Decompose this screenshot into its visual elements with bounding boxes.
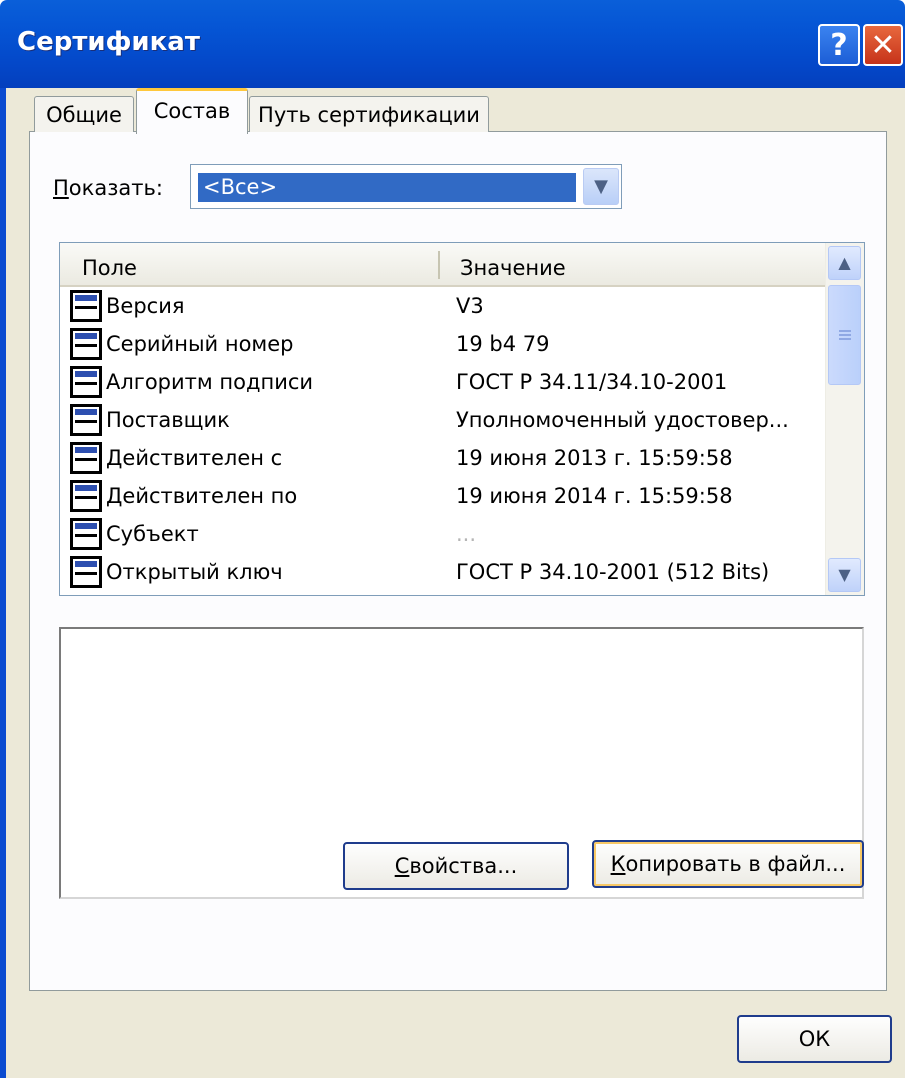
copy-accel: К — [610, 852, 626, 876]
row-field: Действителен по — [106, 484, 298, 508]
list-row[interactable]: Версия V3 — [60, 287, 826, 325]
list-row[interactable]: Открытый ключ ГОСТ Р 34.10-2001 (512 Bit… — [60, 553, 826, 591]
row-value: 19 июня 2014 г. 15:59:58 — [456, 484, 733, 508]
row-field: Субъект — [106, 522, 199, 546]
properties-label: войства... — [409, 854, 518, 878]
copy-to-file-button[interactable]: Копировать в файл... — [592, 840, 864, 888]
list-header: Поле Значение — [60, 243, 826, 287]
window-title: Сертификат — [17, 27, 200, 57]
list-row[interactable]: Поставщик Уполномоченный удостовер... — [60, 401, 826, 439]
certificate-field-icon — [70, 366, 102, 398]
show-label: Показать: — [53, 176, 163, 200]
tab-details[interactable]: Состав — [136, 88, 248, 134]
row-field: Серийный номер — [106, 332, 294, 356]
copy-label: опировать в файл... — [625, 852, 846, 876]
row-value: ГОСТ Р 34.11/34.10-2001 — [456, 370, 728, 394]
tab-general[interactable]: Общие — [34, 96, 134, 132]
show-dropdown[interactable]: <Все> ▼ — [190, 164, 622, 209]
list-row[interactable]: Серийный номер 19 b4 79 — [60, 325, 826, 363]
row-field: Поставщик — [106, 408, 230, 432]
properties-accel: С — [394, 854, 410, 878]
fields-list[interactable]: Поле Значение Версия V3 Серийный номер 1… — [59, 242, 865, 596]
row-value: ГОСТ Р 34.10-2001 (512 Bits) — [456, 560, 770, 584]
ok-button[interactable]: ОК — [737, 1015, 892, 1063]
row-value: 19 b4 79 — [456, 332, 550, 356]
row-value: Уполномоченный удостовер... — [456, 408, 789, 432]
list-row[interactable]: Действителен по 19 июня 2014 г. 15:59:58 — [60, 477, 826, 515]
tab-certification-path[interactable]: Путь сертификации — [249, 96, 489, 132]
close-button[interactable]: ✕ — [863, 24, 903, 66]
title-bar[interactable]: Сертификат ? ✕ — [0, 0, 905, 88]
properties-button[interactable]: Свойства... — [343, 842, 569, 890]
column-divider[interactable] — [438, 251, 440, 279]
scrollbar-thumb[interactable] — [828, 285, 861, 385]
list-row[interactable]: Субъект ... — [60, 515, 826, 553]
vertical-scrollbar[interactable]: ▲ ▼ — [825, 243, 864, 595]
certificate-field-icon — [70, 518, 102, 550]
row-value: 19 июня 2013 г. 15:59:58 — [456, 446, 733, 470]
show-dropdown-value: <Все> — [198, 173, 576, 202]
column-header-field[interactable]: Поле — [82, 256, 137, 280]
row-value: ... — [456, 522, 477, 546]
row-value: V3 — [456, 294, 484, 318]
certificate-field-icon — [70, 328, 102, 360]
chevron-down-icon[interactable]: ▼ — [828, 558, 861, 592]
row-field: Действителен с — [106, 446, 283, 470]
certificate-field-icon — [70, 556, 102, 588]
certificate-field-icon — [70, 290, 102, 322]
row-field: Алгоритм подписи — [106, 370, 314, 394]
certificate-field-icon — [70, 480, 102, 512]
window-border — [0, 88, 6, 1078]
certificate-field-icon — [70, 404, 102, 436]
list-row[interactable]: Алгоритм подписи ГОСТ Р 34.11/34.10-2001 — [60, 363, 826, 401]
show-label-text: оказать: — [68, 176, 163, 200]
row-field: Открытый ключ — [106, 560, 283, 584]
certificate-field-icon — [70, 442, 102, 474]
list-row[interactable]: Действителен с 19 июня 2013 г. 15:59:58 — [60, 439, 826, 477]
grip-icon — [839, 330, 851, 340]
help-button[interactable]: ? — [818, 24, 860, 66]
chevron-down-icon[interactable]: ▼ — [583, 168, 619, 205]
certificate-dialog: Сертификат ? ✕ Общие Состав Путь сертифи… — [0, 0, 905, 1078]
row-field: Версия — [106, 294, 185, 318]
show-label-accel: П — [53, 176, 69, 200]
column-header-value[interactable]: Значение — [460, 256, 566, 280]
chevron-up-icon[interactable]: ▲ — [828, 246, 861, 280]
